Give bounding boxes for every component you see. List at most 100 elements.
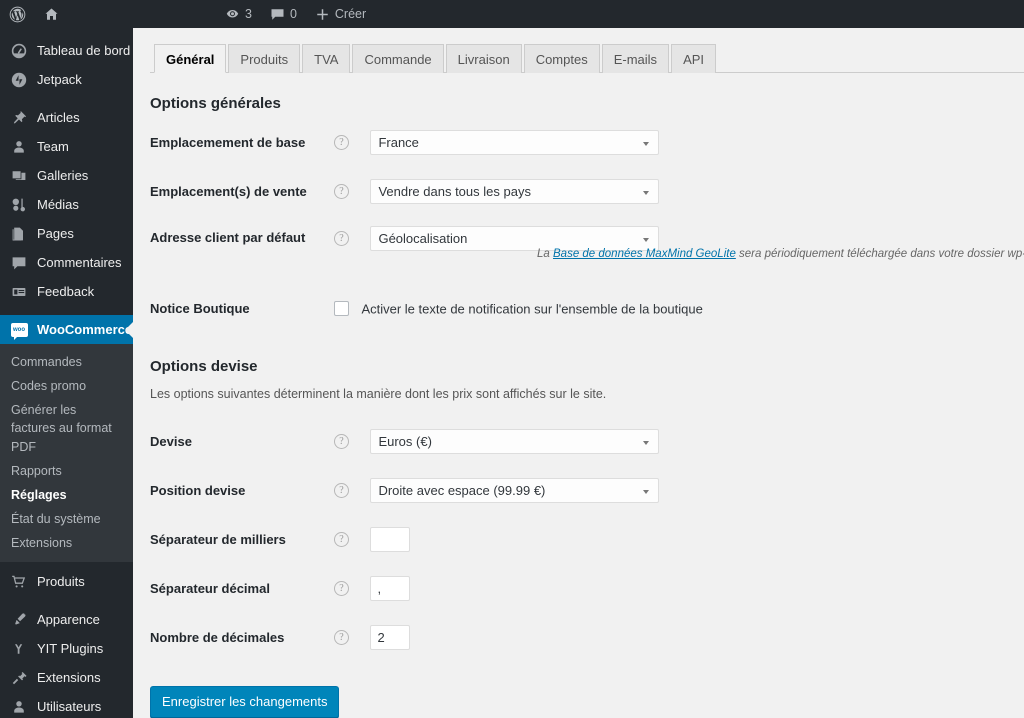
sidebar-item-label: WooCommerce: [37, 322, 133, 337]
sidebar-item-label: Tableau de bord: [37, 43, 131, 58]
desc-text-before: La: [537, 248, 553, 260]
help-icon[interactable]: ?: [334, 135, 349, 150]
help-icon[interactable]: ?: [334, 630, 349, 645]
thousand-separator-input[interactable]: [370, 527, 411, 552]
updates-link[interactable]: 3: [216, 0, 261, 28]
tab-api[interactable]: API: [671, 44, 717, 73]
store-notice-checkbox-label: Activer le texte de notification sur l'e…: [361, 300, 703, 316]
woocommerce-submenu: Commandes Codes promo Générer les factur…: [0, 344, 133, 563]
comment-bubble-icon: [10, 254, 28, 272]
sidebar-item-label: Extensions: [37, 670, 101, 686]
save-button-wrapper: Enregistrer les changements: [150, 686, 1024, 718]
help-icon[interactable]: ?: [334, 434, 349, 449]
submenu-item-extensions[interactable]: Extensions: [0, 531, 133, 555]
tab-emails[interactable]: E-mails: [601, 44, 670, 73]
tab-comptes[interactable]: Comptes: [523, 44, 600, 73]
tab-general[interactable]: Général: [154, 44, 227, 73]
base-location-select[interactable]: France: [370, 130, 660, 155]
thousand-separator-label: Séparateur de milliers: [150, 532, 286, 547]
sidebar-item-articles[interactable]: Articles: [0, 103, 133, 132]
submenu-item-etat-du-systeme[interactable]: État du système: [0, 507, 133, 531]
submenu-item-codes-promo[interactable]: Codes promo: [0, 374, 133, 398]
woocommerce-badge: woo: [10, 322, 28, 340]
admin-sidebar-menu: Tableau de bord Jetpack Articles Team Ga…: [0, 28, 133, 718]
help-icon[interactable]: ?: [334, 581, 349, 596]
submenu-item-generer-factures-pdf[interactable]: Générer les factures au format PDF: [0, 398, 133, 458]
pin-icon: [10, 109, 28, 127]
currency-options-description: Les options suivantes déterminent la man…: [150, 387, 607, 401]
submenu-item-rapports[interactable]: Rapports: [0, 459, 133, 483]
sidebar-item-yit-plugins[interactable]: YIT Plugins: [0, 634, 133, 663]
sidebar-item-extensions[interactable]: Extensions: [0, 663, 133, 692]
new-content-menu[interactable]: Créer: [306, 0, 375, 28]
sidebar-item-label: Utilisateurs: [37, 699, 102, 715]
sidebar-item-label: Articles: [37, 110, 80, 125]
tab-produits[interactable]: Produits: [228, 44, 301, 73]
currency-position-label: Position devise: [150, 483, 246, 498]
site-home-link[interactable]: [35, 0, 68, 28]
number-of-decimals-label: Nombre de décimales: [150, 630, 285, 645]
sidebar-item-apparence[interactable]: Apparence: [0, 605, 133, 634]
general-options-heading: Options générales: [150, 95, 281, 112]
dashboard-icon: [10, 42, 28, 60]
help-icon[interactable]: ?: [334, 231, 349, 246]
tab-livraison[interactable]: Livraison: [445, 44, 522, 73]
sidebar-item-woocommerce[interactable]: woo WooCommerce: [0, 315, 133, 344]
comments-link[interactable]: 0: [261, 0, 306, 28]
sidebar-item-label: YIT Plugins: [37, 641, 104, 657]
sidebar-item-dashboard[interactable]: Tableau de bord: [0, 36, 133, 65]
updates-icon: [225, 7, 240, 22]
wordpress-logo-icon: [9, 6, 26, 23]
save-changes-button[interactable]: Enregistrer les changements: [150, 686, 340, 718]
row-default-customer-address: Adresse client par défaut ? Géolocalisat…: [150, 216, 1024, 284]
sidebar-item-label: Produits: [37, 574, 85, 590]
help-icon[interactable]: ?: [334, 532, 349, 547]
cart-icon: [10, 573, 28, 591]
sidebar-item-label: Galleries: [37, 168, 89, 183]
number-of-decimals-input[interactable]: 2: [370, 625, 411, 650]
currency-position-select[interactable]: Droite avec espace (99.99 €): [370, 478, 660, 503]
decimal-separator-label: Séparateur décimal: [150, 581, 270, 596]
decimal-separator-input[interactable]: ,: [370, 576, 411, 601]
store-notice-checkbox[interactable]: [334, 300, 349, 316]
help-icon[interactable]: ?: [334, 483, 349, 498]
brush-icon: [10, 611, 28, 629]
sidebar-item-commentaires[interactable]: Commentaires: [0, 248, 133, 277]
selling-location-select[interactable]: Vendre dans tous les pays: [370, 179, 660, 204]
settings-tab-bar: Général Produits TVA Commande Livraison …: [150, 38, 1024, 73]
currency-select[interactable]: Euros (€): [370, 429, 660, 454]
comments-count: 0: [289, 7, 297, 21]
sidebar-item-label: Feedback: [37, 284, 95, 299]
sidebar-item-team[interactable]: Team: [0, 132, 133, 161]
submenu-item-reglages[interactable]: Réglages: [0, 483, 133, 507]
currency-options-table: Devise ? Euros (€) Position devise ? Dro…: [150, 417, 660, 662]
sidebar-item-pages[interactable]: Pages: [0, 219, 133, 248]
sidebar-item-utilisateurs[interactable]: Utilisateurs: [0, 692, 133, 718]
sidebar-item-feedback[interactable]: Feedback: [0, 277, 133, 306]
users-icon: [10, 698, 28, 716]
row-decimal-separator: Séparateur décimal ? ,: [150, 564, 659, 613]
currency-label: Devise: [150, 434, 192, 449]
plus-icon: [315, 7, 330, 22]
yit-icon: [10, 640, 28, 658]
home-icon: [44, 7, 59, 22]
tab-tva[interactable]: TVA: [302, 44, 351, 73]
jetpack-icon: [10, 71, 28, 89]
sidebar-item-medias[interactable]: Médias: [0, 190, 133, 219]
sidebar-item-jetpack[interactable]: Jetpack: [0, 65, 133, 94]
sidebar-item-galleries[interactable]: Galleries: [0, 161, 133, 190]
maxmind-geolite-link[interactable]: Base de données MaxMind GeoLite: [553, 248, 736, 260]
row-currency: Devise ? Euros (€): [150, 417, 660, 466]
selling-location-label: Emplacement(s) de vente: [150, 184, 307, 199]
help-icon[interactable]: ?: [334, 184, 349, 199]
wp-logo-menu[interactable]: [0, 0, 35, 28]
sidebar-item-label: Commentaires: [37, 255, 122, 270]
sidebar-item-produits[interactable]: Produits: [0, 567, 133, 596]
row-base-location: Emplacemement de base ? France: [150, 118, 703, 167]
currency-options-heading: Options devise: [150, 358, 258, 375]
row-number-of-decimals: Nombre de décimales ? 2: [150, 613, 659, 662]
comment-bubble-icon: [270, 7, 285, 22]
tab-commande[interactable]: Commande: [352, 44, 444, 73]
submenu-item-commandes[interactable]: Commandes: [0, 350, 133, 374]
woocommerce-icon: woo: [10, 321, 28, 340]
